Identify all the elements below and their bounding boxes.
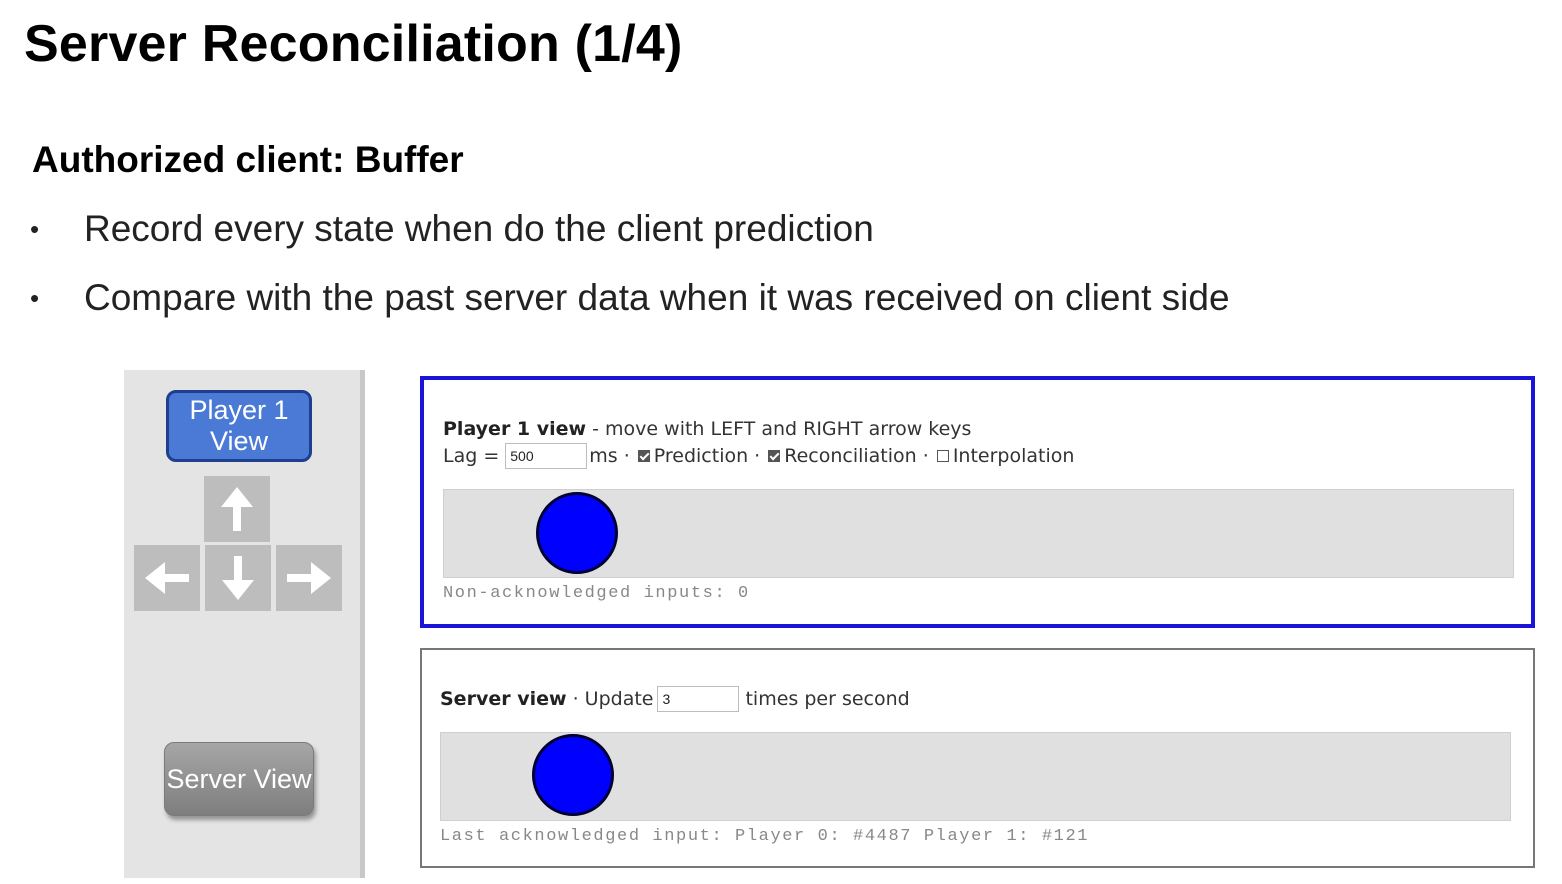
player-ball [536, 492, 618, 574]
reconciliation-label: Reconciliation [784, 445, 917, 467]
lag-unit: ms · [589, 445, 630, 467]
down-arrow-icon [222, 556, 254, 600]
prediction-label: Prediction [653, 445, 749, 467]
server-view-button[interactable]: Server View [164, 742, 314, 816]
up-arrow-icon [221, 487, 253, 531]
bullet-text: Compare with the past server data when i… [84, 277, 1230, 318]
right-arrow-icon [287, 562, 331, 594]
reconciliation-checkbox[interactable] [768, 450, 781, 462]
lag-label: Lag = [443, 445, 500, 467]
lag-input[interactable]: 500 [505, 443, 588, 469]
player-view-header: Player 1 view - move with LEFT and RIGHT… [443, 418, 971, 440]
slide-title: Server Reconciliation (1/4) [24, 15, 683, 73]
bullet-text: Record every state when do the client pr… [84, 208, 874, 249]
player-1-view-button[interactable]: Player 1 View [166, 390, 312, 462]
server-view-header: Server view · Update 3 times per second [440, 686, 910, 712]
bullet-item: • Record every state when do the client … [30, 205, 874, 253]
up-arrow-key[interactable] [204, 476, 270, 542]
player-view-instructions: - move with LEFT and RIGHT arrow keys [586, 418, 972, 440]
non-acknowledged-inputs-status: Non-acknowledged inputs: 0 [443, 584, 750, 603]
update-unit: times per second [745, 688, 910, 710]
bullet-dot: • [30, 214, 40, 244]
last-acknowledged-input-status: Last acknowledged input: Player 0: #4487… [440, 827, 1090, 846]
left-arrow-icon [145, 562, 189, 594]
bullet-dot: • [30, 283, 40, 313]
left-arrow-key[interactable] [134, 545, 200, 611]
interpolation-checkbox[interactable] [936, 450, 949, 462]
prediction-checkbox[interactable] [637, 450, 650, 462]
player-view-heading: Player 1 view [443, 418, 587, 440]
server-view-heading: Server view [440, 688, 567, 710]
down-arrow-key[interactable] [205, 545, 271, 611]
update-label: · Update [566, 688, 654, 710]
interpolation-label: Interpolation [952, 445, 1075, 467]
slide-subtitle: Authorized client: Buffer [32, 139, 464, 180]
bullet-item: • Compare with the past server data when… [30, 274, 1230, 322]
player-view-options: Lag = 500 ms · Prediction · Reconciliati… [443, 443, 1075, 469]
server-ball [532, 734, 614, 816]
right-arrow-key[interactable] [276, 545, 342, 611]
update-rate-input[interactable]: 3 [657, 686, 740, 712]
